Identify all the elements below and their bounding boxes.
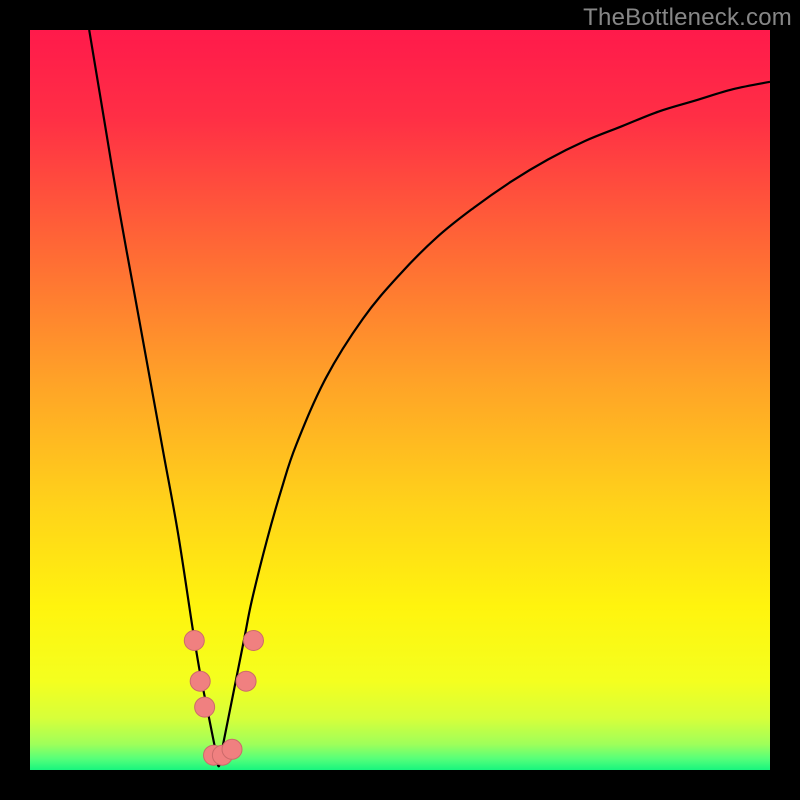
marker-left-lower bbox=[195, 697, 215, 717]
bottleneck-chart bbox=[30, 30, 770, 770]
marker-valley-3 bbox=[222, 739, 242, 759]
outer-frame: TheBottleneck.com bbox=[0, 0, 800, 800]
watermark-text: TheBottleneck.com bbox=[583, 4, 792, 32]
marker-right-upper bbox=[243, 631, 263, 651]
gradient-background bbox=[30, 30, 770, 770]
marker-left-mid bbox=[190, 671, 210, 691]
marker-left-upper bbox=[184, 631, 204, 651]
plot-area bbox=[30, 30, 770, 770]
marker-right-lower bbox=[236, 671, 256, 691]
